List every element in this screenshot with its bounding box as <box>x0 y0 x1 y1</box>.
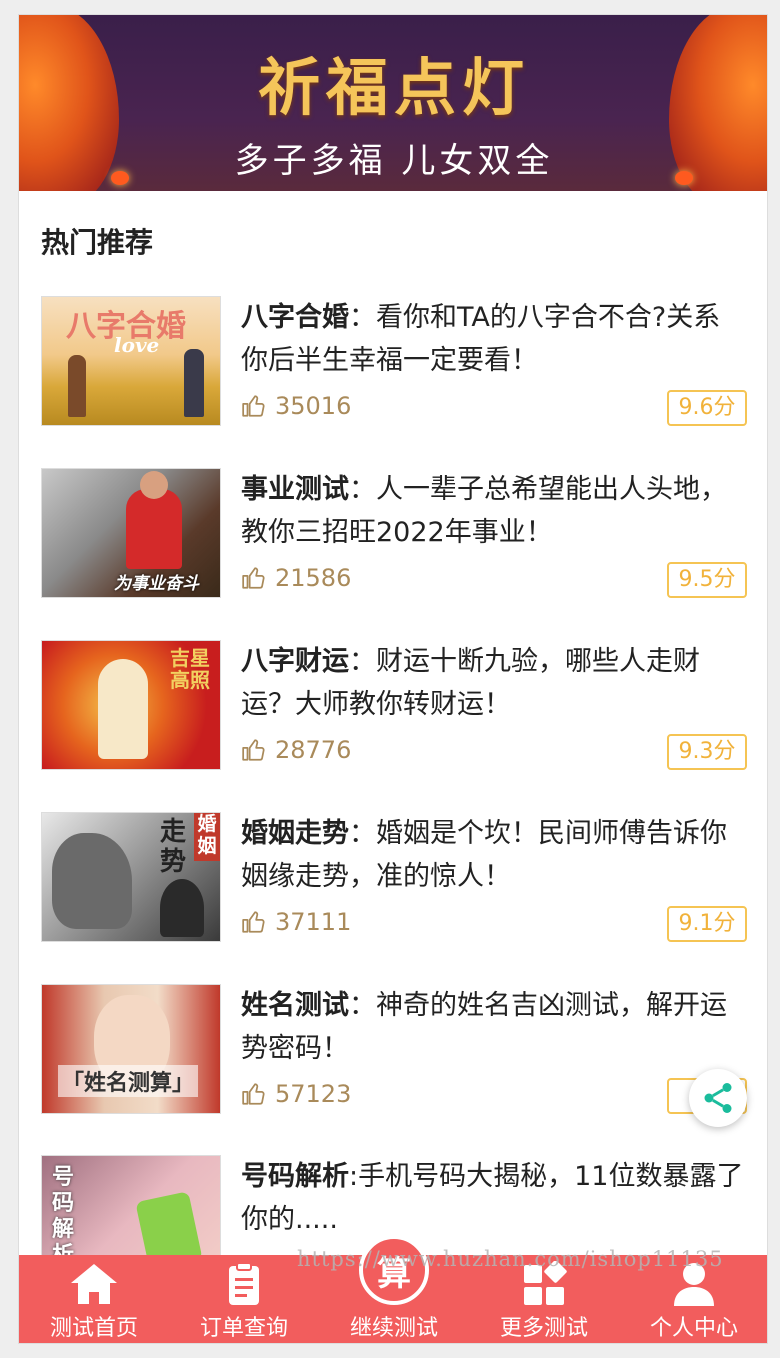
thumbs-up-icon <box>242 395 265 417</box>
item-text[interactable]: 婚姻走势：婚姻是个坎！民间师傅告诉你姻缘走势，准的惊人！ <box>241 812 747 898</box>
item-name: 八字财运 <box>241 646 349 677</box>
list-item[interactable]: 「姓名测算」 姓名测试：神奇的姓名吉凶测试，解开运势密码！ 57123 9 <box>41 984 747 1114</box>
item-name: 八字合婚 <box>241 302 349 333</box>
figure <box>140 471 168 499</box>
likes-count: 21586 <box>275 564 352 592</box>
figure <box>184 349 204 417</box>
likes-count: 57123 <box>275 1080 352 1108</box>
thumbs-up-icon <box>242 911 265 933</box>
likes[interactable]: 37111 <box>241 908 351 936</box>
thumb-caption: 吉星高照 <box>170 646 210 692</box>
item-thumbnail: 走势 婚姻 <box>41 812 221 942</box>
likes[interactable]: 28776 <box>241 736 351 764</box>
list-item[interactable]: 吉星高照 八字财运：财运十断九验，哪些人走财运？大师教你转财运！ 28776 9… <box>41 640 747 770</box>
item-thumbnail: 为事业奋斗 <box>41 468 221 598</box>
home-icon <box>71 1264 117 1304</box>
figure <box>126 489 182 569</box>
tab-label: 个人中心 <box>649 1316 738 1341</box>
item-text[interactable]: 号码解析:手机号码大揭秘，11位数暴露了你的..... <box>241 1155 747 1241</box>
item-name: 号码解析 <box>241 1161 349 1192</box>
thumb-caption: 号码解析 <box>52 1164 75 1268</box>
item-thumbnail: 吉星高照 <box>41 640 221 770</box>
likes[interactable]: 21586 <box>241 564 351 592</box>
list-item[interactable]: 为事业奋斗 事业测试：人一辈子总希望能出人头地，教你三招旺2022年事业！ 21… <box>41 468 747 598</box>
score-badge: 9.6分 <box>667 390 747 426</box>
item-name: 事业测试 <box>241 474 349 505</box>
tab-home[interactable]: 测试首页 <box>19 1255 169 1343</box>
thumb-sub: love <box>114 333 160 357</box>
tab-label: 更多测试 <box>499 1316 588 1341</box>
thumb-caption: 「姓名测算」 <box>58 1065 199 1097</box>
item-thumbnail: 「姓名测算」 <box>41 984 221 1114</box>
item-text[interactable]: 八字合婚：看你和TA的八字合不合?关系你后半生幸福一定要看！ <box>241 296 747 382</box>
figure <box>52 833 132 929</box>
thumb-sub: 婚姻 <box>194 813 220 861</box>
item-text[interactable]: 姓名测试：神奇的姓名吉凶测试，解开运势密码！ <box>241 984 747 1070</box>
item-text[interactable]: 事业测试：人一辈子总希望能出人头地，教你三招旺2022年事业！ <box>241 468 747 554</box>
share-button[interactable] <box>689 1069 747 1127</box>
thumbs-up-icon <box>242 1083 265 1105</box>
tab-label: 订单查询 <box>199 1316 288 1341</box>
tab-label: 继续测试 <box>349 1316 438 1341</box>
item-thumbnail: 八字合婚 love <box>41 296 221 426</box>
share-icon <box>704 1083 732 1113</box>
figure <box>98 659 148 759</box>
likes-count: 28776 <box>275 736 352 764</box>
score-badge: 9.5分 <box>667 562 747 598</box>
banner-title: 祈福点灯 <box>257 51 530 124</box>
item-name: 姓名测试 <box>241 990 349 1021</box>
section-title: 热门推荐 <box>41 226 154 259</box>
likes[interactable]: 57123 <box>241 1080 351 1108</box>
promo-banner[interactable]: 祈福点灯 多子多福 儿女双全 <box>19 15 767 191</box>
score-badge: 9.3分 <box>667 734 747 770</box>
watermark: https://www.huzhan.com/ishop11135 <box>297 1247 724 1271</box>
figure <box>68 355 86 417</box>
item-name: 婚姻走势 <box>241 818 349 849</box>
app-frame: 祈福点灯 多子多福 儿女双全 热门推荐 八字合婚 love 八字合婚：看你和TA… <box>18 14 768 1344</box>
likes-count: 37111 <box>275 908 352 936</box>
tab-label: 测试首页 <box>49 1316 138 1341</box>
likes-count: 35016 <box>275 392 352 420</box>
score-badge: 9.1分 <box>667 906 747 942</box>
list-item[interactable]: 八字合婚 love 八字合婚：看你和TA的八字合不合?关系你后半生幸福一定要看！… <box>41 296 747 426</box>
banner-subtitle: 多子多福 儿女双全 <box>234 141 554 181</box>
figure <box>160 879 204 937</box>
thumbs-up-icon <box>242 567 265 589</box>
item-text[interactable]: 八字财运：财运十断九验，哪些人走财运？大师教你转财运！ <box>241 640 747 726</box>
clipboard-icon <box>229 1262 259 1305</box>
list-item[interactable]: 走势 婚姻 婚姻走势：婚姻是个坎！民间师傅告诉你姻缘走势，准的惊人！ 37111… <box>41 812 747 942</box>
thumb-caption: 走势 <box>160 817 187 877</box>
thumbs-up-icon <box>242 739 265 761</box>
likes[interactable]: 35016 <box>241 392 351 420</box>
thumb-caption: 为事业奋斗 <box>114 574 199 594</box>
